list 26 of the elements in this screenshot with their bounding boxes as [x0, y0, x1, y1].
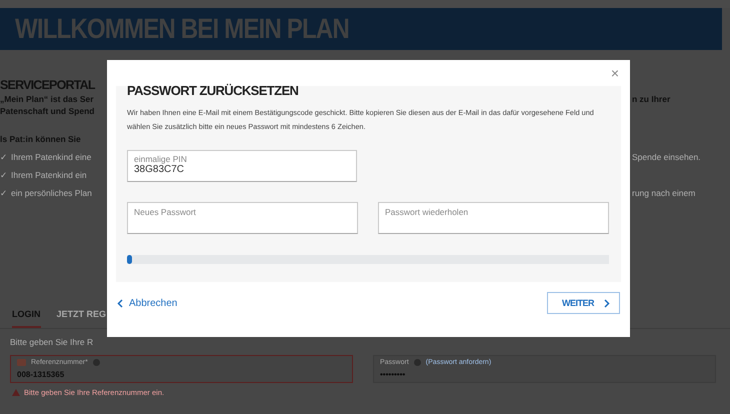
cancel-link[interactable]: Abbrechen — [117, 298, 178, 308]
chevron-left-icon — [117, 298, 123, 308]
tab[interactable]: JETZT REG — [56, 302, 106, 328]
intro-text: Spende einsehen. — [632, 152, 701, 162]
intro-text: rung nach einem — [632, 188, 696, 198]
intro-text: Patenschaft und Spend — [0, 106, 94, 116]
field-label: einmalige PIN — [134, 154, 188, 164]
close-button[interactable]: × — [608, 66, 621, 80]
warning-icon — [12, 389, 20, 396]
password-field[interactable]: Passwort wiederholen — [378, 202, 609, 234]
dialog-title: PASSWORT ZURÜCKSETZEN — [127, 83, 300, 98]
checkmark: ✓ — [0, 170, 8, 180]
card-icon — [17, 359, 26, 366]
intro-text: Ihrem Patenkind ein — [11, 170, 87, 180]
password-field[interactable]: Neues Passwort — [127, 202, 358, 234]
checkmark: ✓ — [0, 188, 8, 198]
login-prompt: Bitte geben Sie Ihre R — [9, 336, 94, 347]
intro-text: ein persönliches Plan — [11, 188, 92, 198]
field-value: 38G83C7C — [134, 164, 186, 175]
field-value: 008-1315365 — [17, 370, 66, 379]
field-value: ••••••••• — [380, 370, 406, 379]
chevron-right-icon — [604, 298, 610, 308]
pin-field[interactable]: einmalige PIN 38G83C7C — [127, 150, 357, 182]
next-button[interactable]: WEITER — [547, 292, 620, 314]
checkmark: ✓ — [0, 152, 8, 162]
intro-text: Ihrem Patenkind eine — [11, 152, 92, 162]
